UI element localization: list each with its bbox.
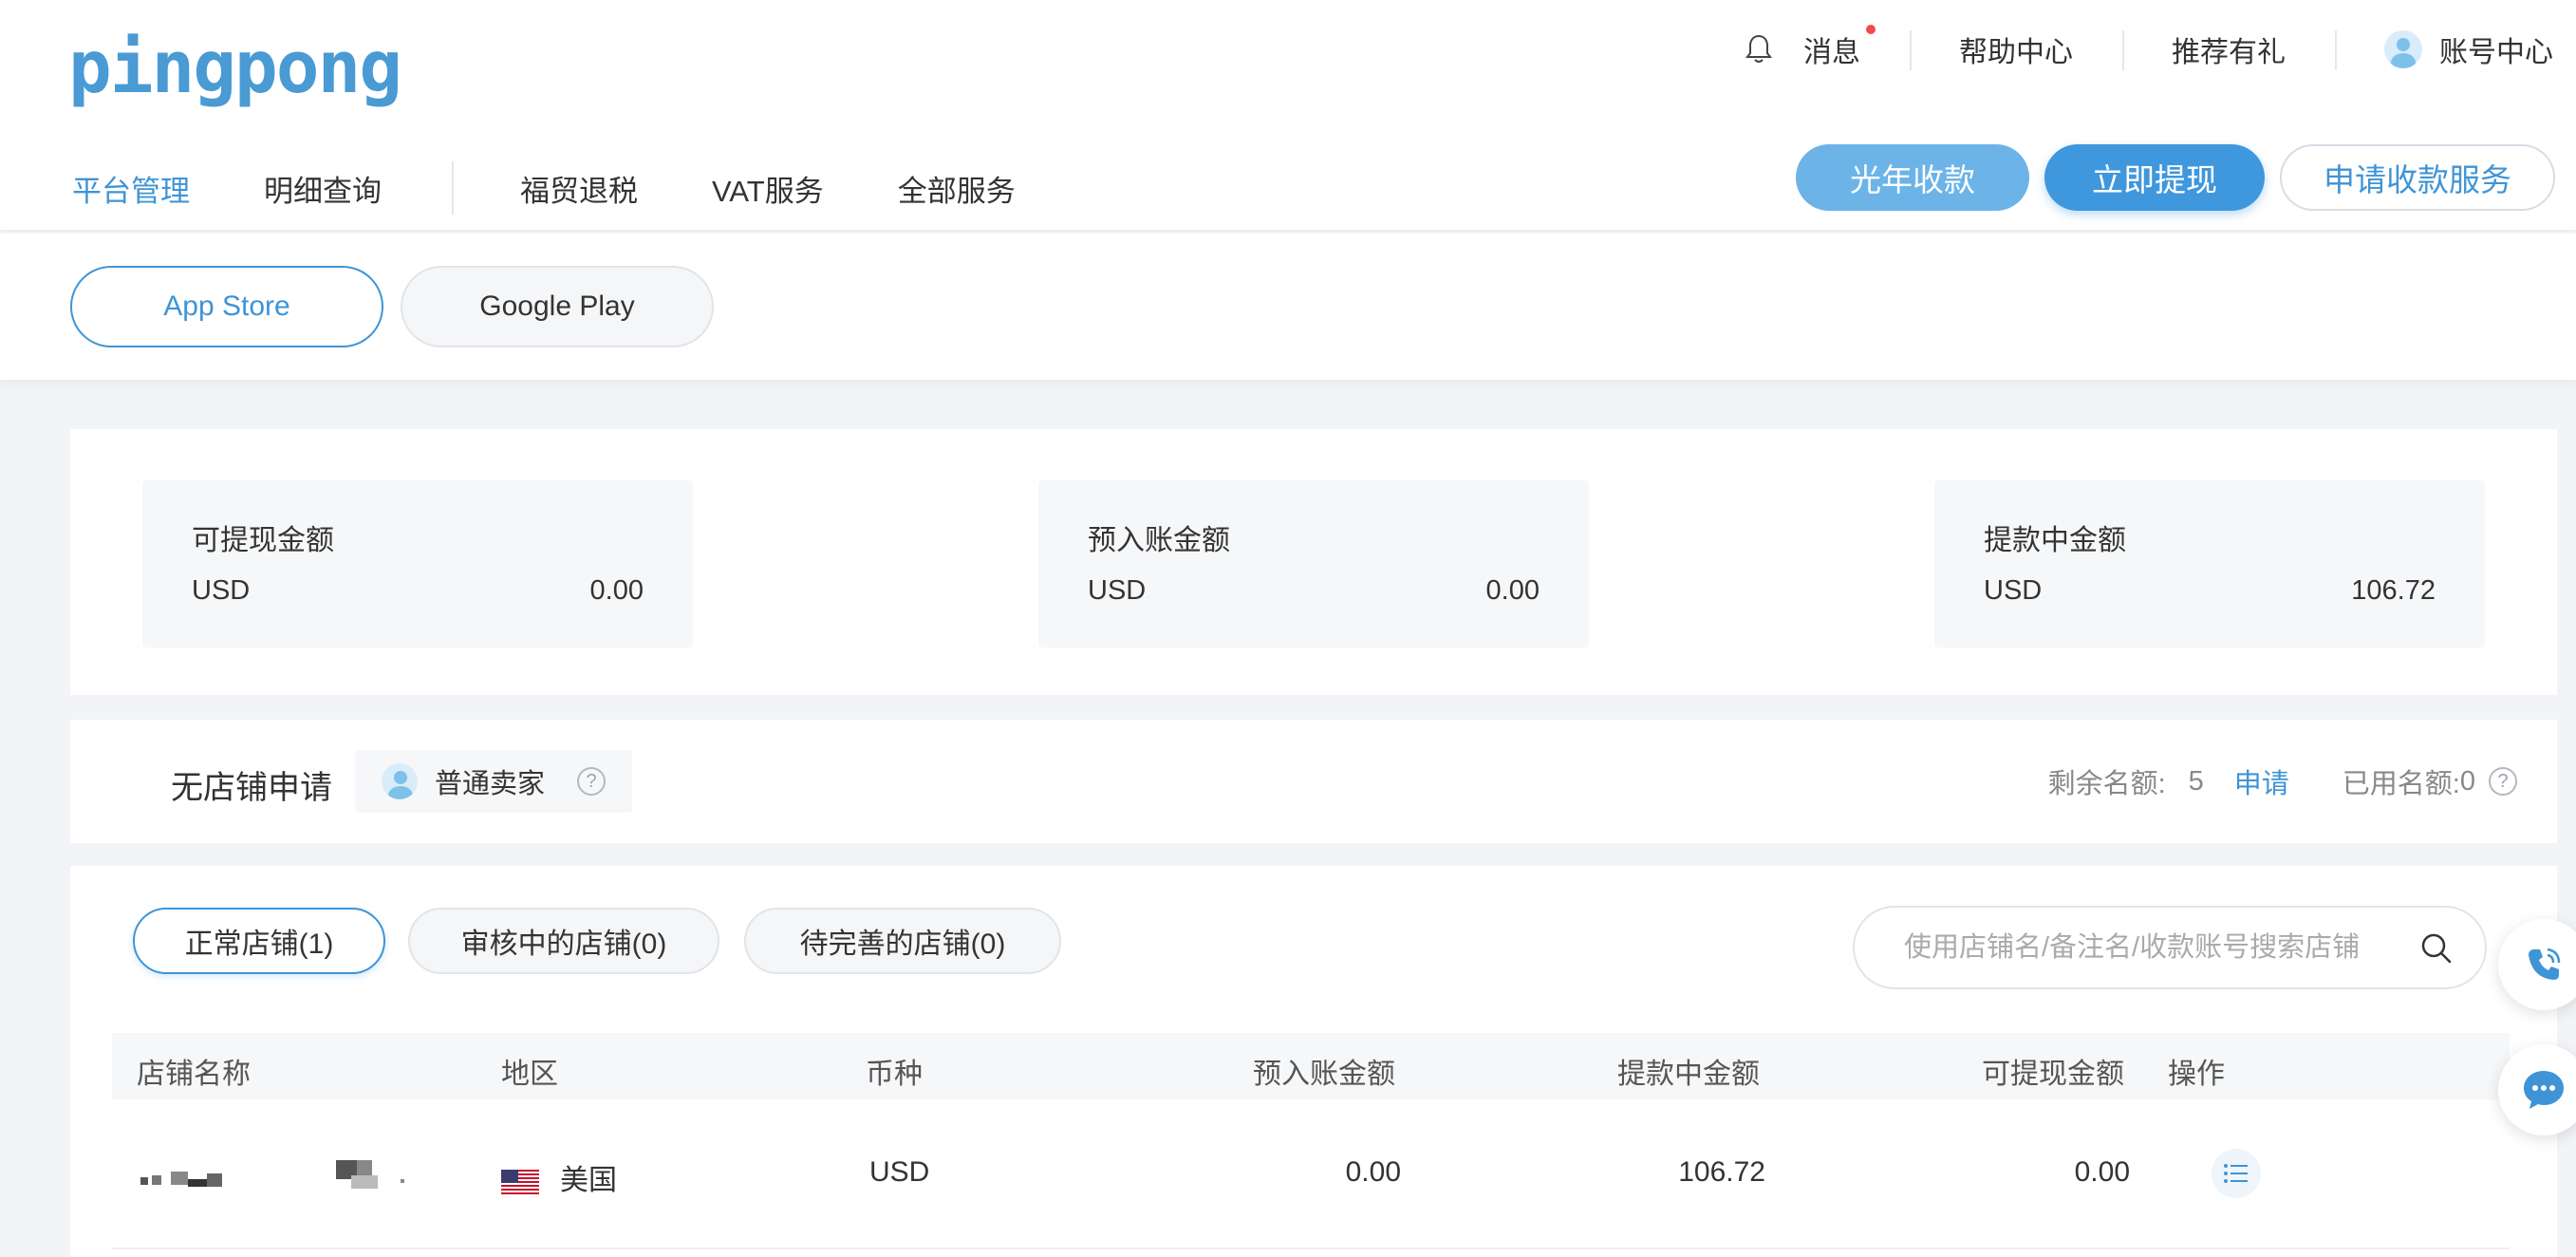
seller-avatar-icon <box>382 763 418 799</box>
phone-icon <box>2529 947 2561 980</box>
chat-bubble-icon <box>2524 1071 2564 1109</box>
guangnian-collection-button[interactable]: 光年收款 <box>1796 144 2029 211</box>
apply-quota-link[interactable]: 申请 <box>2234 761 2289 801</box>
seller-type-label: 普通卖家 <box>435 769 546 799</box>
nav-vat-service[interactable]: VAT服务 <box>712 167 824 210</box>
remaining-quota-value: 5 <box>2188 765 2204 797</box>
store-quota-bar: 无店铺申请 普通卖家 ? 剩余名额: 5 申请 已用名额: 0 ? <box>70 720 2557 843</box>
referral-label: 推荐有礼 <box>2172 37 2286 68</box>
us-flag-icon <box>501 1170 539 1195</box>
redacted-store-remark <box>336 1160 404 1189</box>
nav-detail-query[interactable]: 明细查询 <box>264 167 382 210</box>
row-actions-button[interactable] <box>2212 1149 2261 1198</box>
region-label: 美国 <box>560 1165 617 1196</box>
col-store-name: 店铺名称 <box>137 1059 251 1090</box>
cell-currency: USD <box>869 1156 930 1188</box>
tab-normal-stores[interactable]: 正常店铺(1) <box>133 908 385 974</box>
main-nav: 平台管理 明细查询 福贸退税 VAT服务 全部服务 <box>72 161 1090 215</box>
quota-info: 剩余名额: 5 申请 已用名额: 0 ? <box>2048 761 2517 801</box>
tab-reviewing-stores[interactable]: 审核中的店铺(0) <box>408 908 719 974</box>
messages-link[interactable]: 消息 <box>1695 25 1910 70</box>
account-center-link[interactable]: 账号中心 <box>2335 28 2553 70</box>
platform-tabs-bar: App Store Google Play <box>0 234 2576 380</box>
balance-available: 可提现金额 USD 0.00 <box>142 480 693 647</box>
cell-pending-amount: 0.00 <box>1345 1156 1401 1188</box>
table-row[interactable]: 美国 USD 0.00 106.72 0.00 <box>112 1099 2510 1249</box>
balance-withdrawing: 提款中金额 USD 106.72 <box>1934 480 2485 647</box>
nav-all-services[interactable]: 全部服务 <box>898 167 1016 210</box>
referral-link[interactable]: 推荐有礼 <box>2122 28 2335 70</box>
col-withdrawing-amount: 提款中金额 <box>1617 1059 1760 1090</box>
balance-currency: USD <box>1984 575 2043 606</box>
col-region: 地区 <box>501 1059 558 1090</box>
messages-label: 消息 <box>1803 37 1860 68</box>
nav-divider <box>452 161 454 215</box>
used-quota-label: 已用名额: <box>2342 769 2460 799</box>
header: pingpong 消息 帮助中心 推荐有礼 账号中心 平台管理 明细查询 福贸退… <box>0 0 2576 232</box>
help-question-icon[interactable]: ? <box>577 767 607 796</box>
cell-region: 美国 <box>501 1156 617 1198</box>
tab-incomplete-stores[interactable]: 待完善的店铺(0) <box>744 908 1061 974</box>
col-available-amount: 可提现金额 <box>1982 1059 2124 1090</box>
balance-summary: 可提现金额 USD 0.00 预入账金额 USD 0.00 提款中金额 USD … <box>70 429 2557 695</box>
tab-app-store[interactable]: App Store <box>70 266 383 347</box>
withdraw-now-button[interactable]: 立即提现 <box>2044 144 2265 211</box>
remaining-quota-label: 剩余名额: <box>2047 769 2166 799</box>
store-list: 正常店铺(1) 审核中的店铺(0) 待完善的店铺(0) 店铺名称 地区 币种 预… <box>70 866 2557 1257</box>
list-menu-icon <box>2224 1164 2248 1183</box>
account-center-label: 账号中心 <box>2439 37 2553 68</box>
redacted-store-name <box>140 1172 222 1187</box>
balance-label: 预入账金额 <box>1088 525 1230 556</box>
balance-label: 可提现金额 <box>192 525 334 556</box>
col-actions: 操作 <box>2168 1059 2225 1090</box>
table-header: 店铺名称 地区 币种 预入账金额 提款中金额 可提现金额 操作 <box>112 1033 2510 1099</box>
col-pending-amount: 预入账金额 <box>1253 1059 1395 1090</box>
help-center-label: 帮助中心 <box>1959 37 2073 68</box>
bell-icon <box>1745 34 1772 63</box>
balance-amount: 106.72 <box>2351 575 2436 606</box>
nav-tax-refund[interactable]: 福贸退税 <box>520 167 638 210</box>
cell-available-amount: 0.00 <box>2074 1156 2130 1188</box>
store-search-input[interactable] <box>1904 931 2407 964</box>
balance-currency: USD <box>192 575 251 606</box>
unread-dot <box>1866 25 1876 34</box>
balance-amount: 0.00 <box>1485 575 1540 606</box>
col-currency: 币种 <box>866 1059 923 1090</box>
apply-collection-service-button[interactable]: 申请收款服务 <box>2280 144 2555 211</box>
cell-withdrawing-amount: 106.72 <box>1678 1156 1765 1188</box>
user-avatar-icon <box>2384 30 2422 68</box>
balance-amount: 0.00 <box>589 575 644 606</box>
balance-pending: 预入账金额 USD 0.00 <box>1038 480 1589 647</box>
used-quota-value: 0 <box>2459 765 2475 797</box>
balance-currency: USD <box>1088 575 1147 606</box>
search-icon[interactable] <box>2420 932 2453 965</box>
store-search-box <box>1853 906 2487 989</box>
help-center-link[interactable]: 帮助中心 <box>1910 28 2122 70</box>
help-question-icon[interactable]: ? <box>2489 767 2517 796</box>
tab-google-play[interactable]: Google Play <box>401 266 714 347</box>
balance-label: 提款中金额 <box>1984 525 2126 556</box>
seller-type-tag: 普通卖家 ? <box>355 750 632 813</box>
no-store-apply-title: 无店铺申请 <box>171 770 332 806</box>
nav-platform-management[interactable]: 平台管理 <box>72 167 190 210</box>
top-utility-bar: 消息 帮助中心 推荐有礼 账号中心 <box>1695 25 2553 72</box>
pingpong-logo[interactable]: pingpong <box>68 25 402 109</box>
